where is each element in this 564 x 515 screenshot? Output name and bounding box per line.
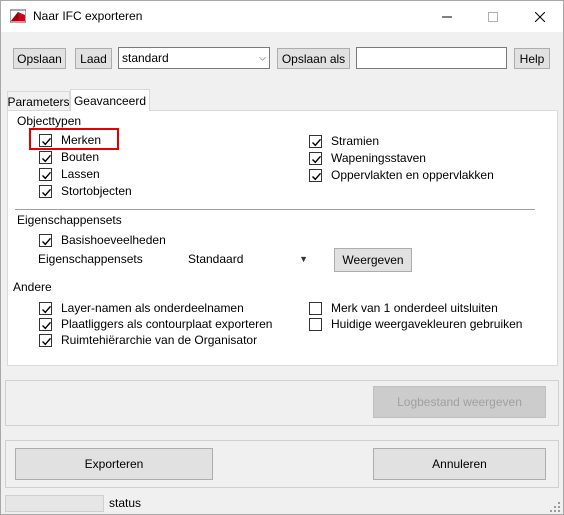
checkbox-box[interactable] <box>309 168 322 182</box>
maximize-button[interactable] <box>470 1 516 32</box>
window-title: Naar IFC exporteren <box>33 9 143 23</box>
tab-geavanceerd[interactable]: Geavanceerd <box>70 89 150 111</box>
dropdown-arrow-icon: ▼ <box>299 254 308 264</box>
export-button[interactable]: Exporteren <box>15 448 213 480</box>
checkbox-label: Merk van 1 onderdeel uitsluiten <box>331 301 498 315</box>
save-as-name-input[interactable] <box>356 47 507 69</box>
checkbox-plaatliggers[interactable]: Plaatliggers als contourplaat exporteren <box>39 316 272 332</box>
checkbox-label: Layer-namen als onderdeelnamen <box>61 301 244 315</box>
checkbox-ruimtehierarchie[interactable]: Ruimtehiërarchie van de Organisator <box>39 332 257 348</box>
checkbox-label: Oppervlakten en oppervlakken <box>331 168 494 182</box>
cancel-button[interactable]: Annuleren <box>373 448 546 480</box>
preset-select-value: standard <box>122 51 169 65</box>
merken-highlight-box <box>29 128 119 150</box>
objecttypes-group-label: Objecttypen <box>17 114 82 128</box>
checkbox-layer-names[interactable]: Layer-namen als onderdeelnamen <box>39 300 244 316</box>
checkmark-icon <box>312 155 322 163</box>
property-sets-value: Standaard <box>188 252 244 266</box>
checkbox-bouten[interactable]: Bouten <box>39 149 99 165</box>
checkmark-icon <box>312 138 322 146</box>
property-sets-label: Eigenschappensets <box>38 252 143 266</box>
checkbox-oppervlakten[interactable]: Oppervlakten en oppervlakken <box>309 167 494 183</box>
checkmark-icon <box>42 188 52 196</box>
checkmark-icon <box>42 237 52 245</box>
checkbox-weergavekleuren[interactable]: Huidige weergavekleuren gebruiken <box>309 316 522 332</box>
checkbox-box[interactable] <box>39 167 52 181</box>
load-button[interactable]: Laad <box>75 48 112 69</box>
checkbox-box[interactable] <box>309 134 322 148</box>
tab-parameters[interactable]: Parameters <box>7 91 70 111</box>
status-text: status <box>109 496 142 510</box>
checkbox-label: Huidige weergavekleuren gebruiken <box>331 317 523 331</box>
checkbox-label: Plaatliggers als contourplaat exporteren <box>61 317 273 331</box>
close-button[interactable] <box>517 1 563 32</box>
other-group-label: Andere <box>13 280 52 294</box>
checkmark-icon <box>312 172 322 180</box>
checkbox-basishoeveelheden[interactable]: Basishoeveelheden <box>39 232 166 248</box>
checkbox-label: Bouten <box>61 150 100 164</box>
checkbox-label: Wapeningsstaven <box>331 151 426 165</box>
title-bar[interactable]: Naar IFC exporteren <box>1 1 563 32</box>
show-property-sets-button[interactable]: Weergeven <box>334 248 412 272</box>
property-sets-group-label: Eigenschappensets <box>17 213 122 227</box>
export-dialog: Naar IFC exporteren Opslaan Laad standar… <box>0 0 564 515</box>
checkbox-box[interactable] <box>39 150 52 164</box>
checkbox-box[interactable] <box>309 301 322 315</box>
checkbox-box[interactable] <box>39 184 52 198</box>
checkbox-label: Stortobjecten <box>61 184 132 198</box>
checkbox-lassen[interactable]: Lassen <box>39 166 100 182</box>
show-log-button[interactable]: Logbestand weergeven <box>373 386 546 418</box>
close-icon <box>535 11 545 22</box>
checkbox-merk-uitsluiten[interactable]: Merk van 1 onderdeel uitsluiten <box>309 300 498 316</box>
checkmark-icon <box>42 337 52 345</box>
maximize-icon <box>488 11 498 22</box>
help-button[interactable]: Help <box>514 48 550 69</box>
checkbox-label: Stramien <box>331 134 380 148</box>
status-bar: status <box>1 493 563 514</box>
checkbox-box[interactable] <box>39 333 52 347</box>
checkbox-box[interactable] <box>39 301 52 315</box>
section-divider <box>15 209 535 210</box>
checkbox-box[interactable] <box>39 233 52 247</box>
property-sets-select[interactable]: Standaard ▼ <box>182 249 312 269</box>
chevron-down-icon: ⌵ <box>259 52 266 63</box>
checkbox-label: Ruimtehiërarchie van de Organisator <box>61 333 258 347</box>
status-pane <box>5 495 104 512</box>
minimize-icon <box>442 16 452 17</box>
checkbox-box[interactable] <box>309 151 322 165</box>
app-icon <box>10 9 26 23</box>
minimize-button[interactable] <box>424 1 470 32</box>
checkbox-box[interactable] <box>39 317 52 331</box>
checkbox-label: Lassen <box>61 167 100 181</box>
checkmark-icon <box>42 321 52 329</box>
checkbox-stortobjecten[interactable]: Stortobjecten <box>39 183 132 199</box>
checkbox-box[interactable] <box>309 317 322 331</box>
checkmark-icon <box>42 154 52 162</box>
save-as-button[interactable]: Opslaan als <box>277 48 350 69</box>
checkmark-icon <box>42 305 52 313</box>
checkmark-icon <box>42 171 52 179</box>
checkbox-wapeningsstaven[interactable]: Wapeningsstaven <box>309 150 426 166</box>
checkbox-label: Basishoeveelheden <box>61 233 166 247</box>
checkbox-stramien[interactable]: Stramien <box>309 133 379 149</box>
resize-grip-icon[interactable] <box>550 502 560 512</box>
preset-select[interactable]: standard ⌵ <box>118 47 270 69</box>
save-button[interactable]: Opslaan <box>13 48 66 69</box>
